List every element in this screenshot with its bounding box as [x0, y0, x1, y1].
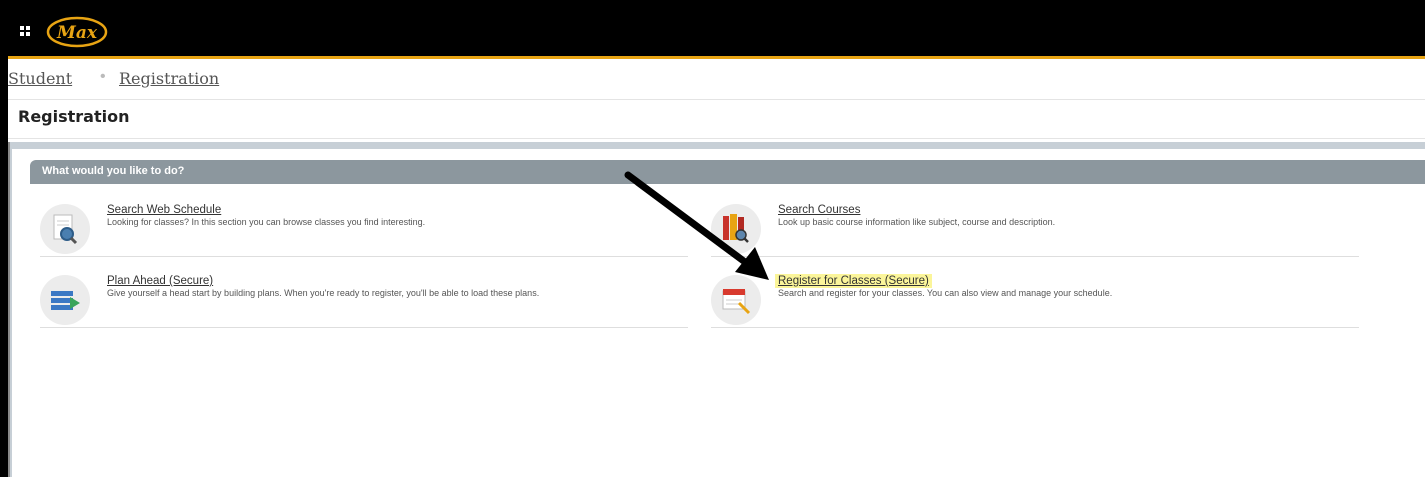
- logo-text: Max: [56, 23, 98, 43]
- search-web-schedule-description: Looking for classes? In this section you…: [107, 217, 426, 227]
- plan-ahead-icon-bg: [40, 275, 90, 325]
- plan-ahead-description: Give yourself a head start by building p…: [107, 288, 540, 298]
- search-courses-link[interactable]: Search Courses: [778, 204, 860, 216]
- content-top-strip: [8, 142, 1425, 149]
- search-web-schedule-icon-bg: [40, 204, 90, 254]
- panel-title: What would you like to do?: [42, 165, 185, 177]
- action-search-web-schedule: Search Web Schedule Looking for classes?…: [40, 204, 688, 257]
- plan-stack-icon: [51, 291, 80, 310]
- breadcrumb-registration[interactable]: Registration: [119, 69, 219, 88]
- books-magnifier-icon: [723, 214, 749, 243]
- page-header: Registration: [8, 100, 1425, 139]
- breadcrumb-student[interactable]: Student: [8, 69, 72, 88]
- search-web-schedule-link[interactable]: Search Web Schedule: [107, 204, 221, 216]
- search-courses-icon-bg: [711, 204, 761, 254]
- breadcrumb-separator: •: [100, 68, 106, 85]
- app-window: Max Student • Registration Registration …: [8, 8, 1425, 477]
- breadcrumb: Student • Registration: [8, 59, 1425, 100]
- panel-header: What would you like to do?: [30, 160, 1425, 184]
- max-logo[interactable]: Max: [46, 16, 108, 48]
- page-title: Registration: [18, 107, 130, 126]
- action-plan-ahead: Plan Ahead (Secure) Give yourself a head…: [40, 275, 688, 328]
- top-bar: Max: [8, 8, 1425, 59]
- app-grid-icon[interactable]: [20, 26, 32, 38]
- content-left-border: [8, 142, 10, 477]
- main-content: What would you like to do? Search Web Sc…: [8, 142, 1425, 477]
- search-courses-description: Look up basic course information like su…: [778, 217, 1056, 227]
- action-search-courses: Search Courses Look up basic course info…: [711, 204, 1359, 257]
- register-for-classes-description: Search and register for your classes. Yo…: [778, 288, 1113, 298]
- plan-ahead-link[interactable]: Plan Ahead (Secure): [107, 275, 213, 287]
- register-for-classes-icon-bg: [711, 275, 761, 325]
- calendar-pencil-icon: [722, 289, 751, 315]
- register-for-classes-link[interactable]: Register for Classes (Secure): [775, 274, 932, 288]
- action-register-for-classes: Register for Classes (Secure) Search and…: [711, 274, 1359, 328]
- magnifier-document-icon: [53, 214, 78, 245]
